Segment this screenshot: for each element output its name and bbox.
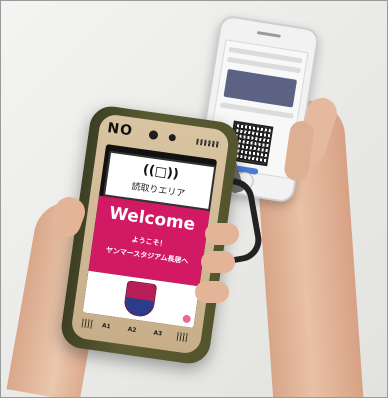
photo-frame: NO ((□)) 読取りエリア Welcome ようこそ！ ヤンマースタジアム長… <box>0 0 388 398</box>
left-finger <box>205 223 239 245</box>
vent-right <box>176 331 188 343</box>
speaker-grille <box>196 138 221 148</box>
speaker-grille <box>256 31 281 38</box>
sensor-icon <box>168 133 177 142</box>
key-a1[interactable]: A1 <box>101 322 111 330</box>
ticket-banner <box>223 68 298 108</box>
device-model-label: NO <box>106 120 134 140</box>
device-screen: ((□)) 読取りエリア Welcome ようこそ！ ヤンマースタジアム長居へ <box>82 144 218 328</box>
key-a3[interactable]: A3 <box>153 329 163 337</box>
front-camera-icon <box>148 129 159 141</box>
club-crest-icon <box>122 280 158 319</box>
vent-left <box>81 318 93 329</box>
left-finger <box>201 251 235 273</box>
status-dot <box>182 314 192 324</box>
left-finger <box>195 281 229 303</box>
key-a2[interactable]: A2 <box>127 326 137 334</box>
